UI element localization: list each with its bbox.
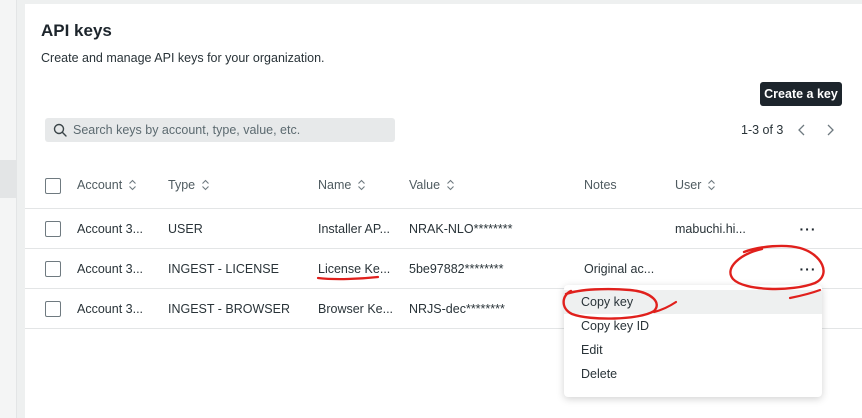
sort-icon xyxy=(129,179,137,191)
page-title: API keys xyxy=(41,21,112,40)
create-key-button[interactable]: Create a key xyxy=(760,82,842,106)
menu-item-copy-key[interactable]: Copy key xyxy=(564,290,822,314)
cell-notes: Original ac... xyxy=(584,261,655,276)
sort-icon xyxy=(708,179,716,191)
row-actions-button[interactable]: ··· xyxy=(798,221,818,237)
table-header-row: Account Type Name Value Notes User xyxy=(25,162,862,209)
sort-icon xyxy=(358,179,366,191)
cell-value: 5be97882******** xyxy=(409,261,504,276)
chevron-left-icon xyxy=(798,124,805,136)
cell-value: NRAK-NLO******** xyxy=(409,221,513,236)
column-header-notes: Notes xyxy=(584,178,617,192)
column-header-type[interactable]: Type xyxy=(168,162,210,208)
column-header-user[interactable]: User xyxy=(675,162,716,208)
prev-page-button[interactable] xyxy=(793,120,811,140)
search-bar[interactable] xyxy=(45,118,395,142)
table-row[interactable]: Account 3... INGEST - LICENSE License Ke… xyxy=(25,249,862,289)
cell-name: License Ke... xyxy=(318,261,391,276)
left-sidebar-strip xyxy=(0,0,17,418)
cell-user: mabuchi.hi... xyxy=(675,221,746,236)
chevron-right-icon xyxy=(827,124,834,136)
menu-item-delete[interactable]: Delete xyxy=(564,362,822,386)
cell-value: NRJS-dec******** xyxy=(409,301,505,316)
cell-account: Account 3... xyxy=(77,301,144,316)
cell-type: INGEST - BROWSER xyxy=(168,301,291,316)
column-header-name[interactable]: Name xyxy=(318,162,366,208)
row-checkbox[interactable] xyxy=(45,301,61,317)
page-subtitle: Create and manage API keys for your orga… xyxy=(41,51,325,65)
cell-type: INGEST - LICENSE xyxy=(168,261,279,276)
search-input[interactable] xyxy=(73,123,383,137)
cell-account: Account 3... xyxy=(77,221,144,236)
cell-account: Account 3... xyxy=(77,261,144,276)
api-keys-panel: API keys Create and manage API keys for … xyxy=(25,4,862,418)
column-header-value[interactable]: Value xyxy=(409,162,455,208)
cell-name: Installer AP... xyxy=(318,221,391,236)
sort-icon xyxy=(447,179,454,191)
table-row[interactable]: Account 3... USER Installer AP... NRAK-N… xyxy=(25,209,862,249)
next-page-button[interactable] xyxy=(821,120,839,140)
cell-type: USER xyxy=(168,221,203,236)
menu-item-edit[interactable]: Edit xyxy=(564,338,822,362)
row-actions-menu: Copy key Copy key ID Edit Delete xyxy=(564,285,822,397)
sidebar-selected-item[interactable] xyxy=(0,160,17,198)
search-icon xyxy=(53,123,67,137)
column-header-account[interactable]: Account xyxy=(77,162,137,208)
pagination-label: 1-3 of 3 xyxy=(741,123,784,137)
row-actions-button[interactable]: ··· xyxy=(798,261,818,277)
row-checkbox[interactable] xyxy=(45,261,61,277)
menu-item-copy-key-id[interactable]: Copy key ID xyxy=(564,314,822,338)
sort-icon xyxy=(202,179,209,191)
select-all-checkbox[interactable] xyxy=(45,178,61,194)
cell-name: Browser Ke... xyxy=(318,301,394,316)
row-checkbox[interactable] xyxy=(45,221,61,237)
